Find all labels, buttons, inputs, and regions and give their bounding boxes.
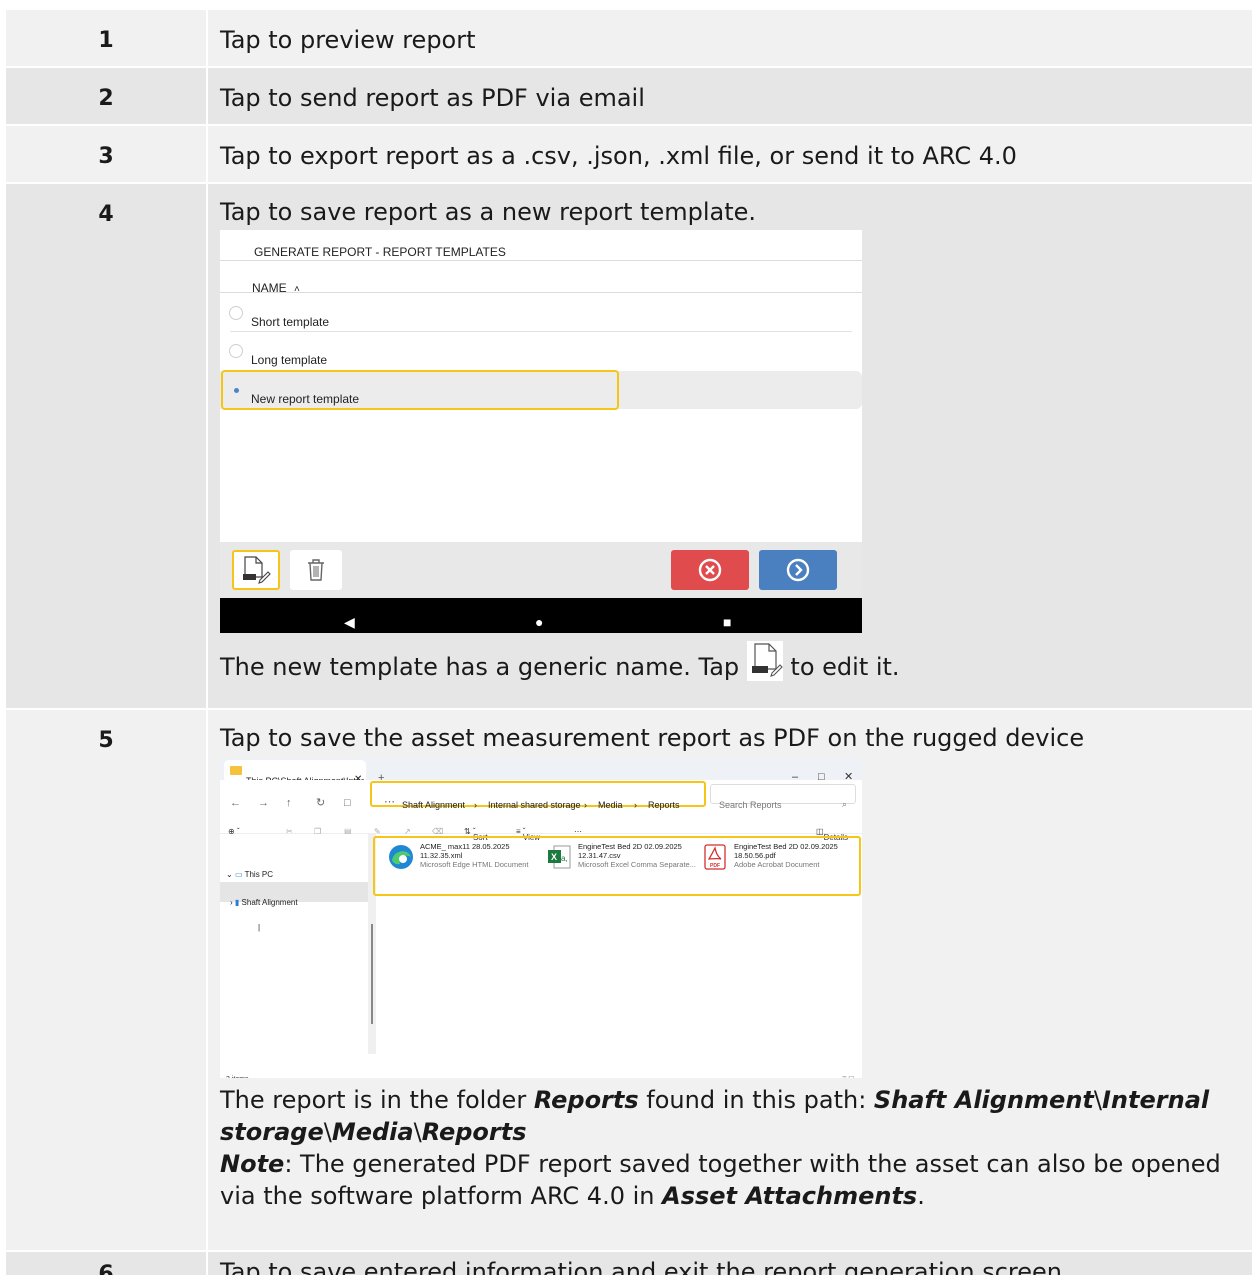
file-type: Microsoft Excel Comma Separate... <box>578 860 696 869</box>
path-separator: \ <box>413 1118 422 1146</box>
text-cursor: | <box>258 923 261 932</box>
path-separator: \ <box>323 1118 332 1146</box>
template-item[interactable]: Long template <box>220 332 862 370</box>
emphasis: Shaft Alignment <box>873 1086 1094 1114</box>
svg-text:a,: a, <box>561 854 568 863</box>
search-input[interactable]: Search Reports ⌕ <box>710 784 856 810</box>
emphasis: Media <box>331 1118 414 1146</box>
breadcrumb[interactable]: Shaft Alignment › Internal shared storag… <box>370 781 706 810</box>
report-templates-screenshot: GENERATE REPORT - REPORT TEMPLATES NAME … <box>220 230 862 633</box>
table-row: 4 Tap to save report as a new report tem… <box>6 184 1252 710</box>
file-name: ACME_ max11 28.05.2025 <box>420 842 510 851</box>
folder-icon <box>230 766 242 775</box>
divider <box>220 260 862 261</box>
edit-template-button[interactable] <box>232 550 280 590</box>
delete-template-button[interactable] <box>290 550 342 590</box>
step-description: Tap to save report as a new report templ… <box>206 184 1252 708</box>
back-icon[interactable]: ◀ <box>344 606 355 633</box>
explorer-tab[interactable]: This PC\Shaft Alignment\Inter ✕ <box>224 760 366 786</box>
file-name: EngineTest Bed 2D 02.09.2025 <box>578 842 682 851</box>
note-text-after: to edit it. <box>790 653 900 681</box>
file-explorer-screenshot: This PC\Shaft Alignment\Inter ✕ + – □ ✕ … <box>220 758 862 1078</box>
emphasis: Asset Attachments <box>662 1182 918 1210</box>
next-button[interactable] <box>759 550 837 590</box>
command-bar: ⊕ New ˇ ✂ ❐ ▤ ✎ ↗ ⌫ ⇅ Sort ˇ ≡ View ˇ ⋯ … <box>220 810 862 842</box>
path-separator: \ <box>1093 1086 1102 1114</box>
excel-csv-icon: X a, <box>548 845 571 869</box>
step-text: Tap to save the asset measurement report… <box>220 724 1085 752</box>
table-row: 3 Tap to export report as a .csv, .json,… <box>6 126 1252 184</box>
step-number: 1 <box>98 28 114 53</box>
step-number: 4 <box>98 202 114 227</box>
table-row: 5 Tap to save the asset measurement repo… <box>6 710 1252 1252</box>
emphasis: Reports <box>421 1118 527 1146</box>
radio-button[interactable] <box>229 344 243 358</box>
svg-text:X: X <box>551 852 557 862</box>
device-icon: ▮ <box>234 898 240 907</box>
radio-button[interactable] <box>229 306 243 320</box>
action-bar <box>220 542 862 598</box>
step-number: 3 <box>98 144 114 169</box>
note-text-before: The new template has a generic name. Tap <box>220 653 747 681</box>
chevron-right-circle-icon <box>786 558 810 582</box>
file-name: EngineTest Bed 2D 02.09.2025 <box>734 842 838 851</box>
emphasis: Reports <box>533 1086 639 1114</box>
highlight-frame <box>221 370 619 410</box>
edge-html-icon <box>389 845 413 869</box>
step-number: 6 <box>98 1262 114 1275</box>
monitor-icon: ▭ <box>234 870 243 879</box>
step-text: Tap to save report as a new report templ… <box>220 198 757 226</box>
file-type: Adobe Acrobat Document <box>734 860 820 869</box>
step-description: Tap to preview report <box>206 10 1252 66</box>
report-location-text: The report is in the folder Reports foun… <box>220 1084 1240 1148</box>
trash-icon <box>308 559 324 581</box>
step-description: Tap to save entered information and exit… <box>206 1252 1252 1275</box>
status-bar-count: 3 items <box>226 1064 249 1078</box>
cancel-button[interactable] <box>671 550 749 590</box>
step-number: 5 <box>98 728 114 753</box>
tab-bar: This PC\Shaft Alignment\Inter ✕ + – □ ✕ <box>220 758 862 786</box>
step-description: Tap to save the asset measurement report… <box>206 710 1252 1250</box>
recents-icon[interactable]: ■ <box>723 606 731 633</box>
edit-name-icon <box>243 556 271 584</box>
note-text: Note: The generated PDF report saved tog… <box>220 1148 1240 1212</box>
text: . <box>917 1182 925 1210</box>
note-label: Note <box>220 1150 285 1178</box>
step-description: Tap to export report as a .csv, .json, .… <box>206 126 1252 182</box>
table-row: 1 Tap to preview report <box>6 10 1252 68</box>
file-name-line2: 18.50.56.pdf <box>734 851 776 860</box>
text: found in this path: <box>638 1086 874 1114</box>
divider <box>220 292 862 293</box>
file-type: Microsoft Edge HTML Document <box>420 860 529 869</box>
table-row: 2 Tap to send report as PDF via email <box>6 68 1252 126</box>
list-view-icon[interactable]: ≡ □ <box>842 1063 854 1078</box>
step-description: Tap to send report as PDF via email <box>206 68 1252 124</box>
step-note: The new template has a generic name. Tap… <box>220 641 1240 683</box>
navigation-pane: ⌄ ▭ This PC › ▮ Shaft Alignment | <box>220 834 368 1064</box>
file-name-line2: 11.32.35.xml <box>420 851 463 860</box>
screen-title: GENERATE REPORT - REPORT TEMPLATES <box>254 245 506 259</box>
edit-name-icon <box>746 641 783 681</box>
android-nav-bar: ◀ ● ■ <box>220 598 862 633</box>
file-name-line2: 12.31.47.csv <box>578 851 621 860</box>
step-number: 2 <box>98 86 114 111</box>
svg-text:PDF: PDF <box>710 863 720 869</box>
steps-table: 1 Tap to preview report 2 Tap to send re… <box>6 10 1252 1275</box>
nav-item-shaft-alignment[interactable]: › ▮ Shaft Alignment <box>230 887 298 919</box>
template-item[interactable]: Short template <box>220 294 862 332</box>
text: The report is in the folder <box>220 1086 534 1114</box>
pdf-icon: PDF <box>704 844 726 870</box>
home-icon[interactable]: ● <box>535 606 543 633</box>
close-circle-icon <box>698 558 722 582</box>
table-row: 6 Tap to save entered information and ex… <box>6 1252 1252 1275</box>
